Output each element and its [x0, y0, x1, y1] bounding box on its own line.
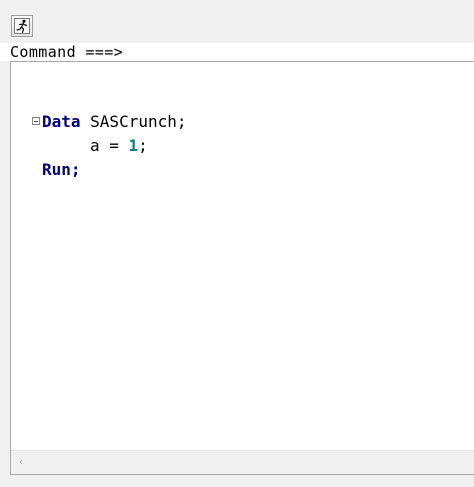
assignment-token: a = [90, 136, 129, 155]
semicolon-token: ; [138, 136, 148, 155]
collapse-icon[interactable] [32, 117, 40, 125]
keyword-token: Data [42, 112, 81, 131]
scroll-left-icon[interactable]: ‹ [15, 456, 27, 468]
code-area[interactable]: Data SASCrunch; a = 1; Run; [11, 62, 474, 451]
number-token: 1 [128, 136, 139, 155]
toolbar [0, 0, 474, 42]
code-line: a = 1; [90, 134, 148, 158]
command-bar[interactable]: Command ===> [0, 43, 474, 61]
keyword-token: Run; [42, 160, 81, 179]
code-line: Run; [42, 158, 81, 182]
running-man-icon [14, 18, 30, 34]
command-label: Command ===> [10, 43, 124, 61]
dataset-name-token: SASCrunch; [80, 112, 187, 131]
code-line: Data SASCrunch; [42, 110, 187, 134]
run-button[interactable] [11, 15, 33, 37]
code-editor[interactable]: Data SASCrunch; a = 1; Run; ‹ [10, 61, 474, 475]
horizontal-scrollbar[interactable]: ‹ [11, 450, 474, 474]
